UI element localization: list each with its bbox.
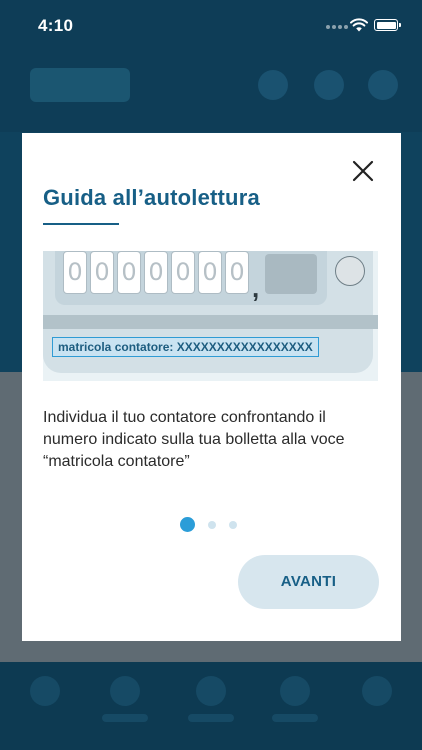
next-button[interactable]: AVANTI: [238, 555, 379, 609]
meter-rail: [43, 315, 378, 329]
meter-digit: 0: [63, 251, 87, 294]
page-dot-active[interactable]: [180, 517, 195, 532]
meter-digit: 0: [198, 251, 222, 294]
background-logo: [30, 68, 130, 102]
background-header-icon: [368, 70, 398, 100]
meter-decimal-separator: ,: [252, 273, 260, 303]
background-header-icon: [314, 70, 344, 100]
wifi-icon: [350, 18, 368, 32]
title-underline: [43, 223, 119, 225]
background-tab-label: [102, 714, 148, 722]
meter-knob: [335, 256, 365, 286]
page-indicator: [180, 517, 237, 532]
meter-digit: 0: [90, 251, 114, 294]
meter-illustration: 0 0 0 0 0 0 0 , matricola contatore: XXX…: [43, 251, 378, 381]
meter-digit: 0: [117, 251, 141, 294]
autolettura-guide-modal: Guida all’autolettura 0 0 0 0 0 0 0 , ma…: [22, 133, 401, 641]
background-tab-icon: [30, 676, 60, 706]
guide-description: Individua il tuo contatore confrontando …: [43, 409, 345, 470]
status-time: 4:10: [38, 16, 74, 35]
background-tab-icon: [280, 676, 310, 706]
page-dot[interactable]: [208, 520, 216, 529]
background-tab-icon: [196, 676, 226, 706]
background-tab-label: [272, 714, 318, 722]
status-bar: 4:10: [0, 0, 422, 50]
background-tab-label: [188, 714, 234, 722]
modal-title: Guida all’autolettura: [43, 185, 260, 210]
meter-digit: 0: [225, 251, 249, 294]
page-dot[interactable]: [229, 520, 237, 529]
meter-serial-label: matricola contatore: XXXXXXXXXXXXXXXXX: [52, 337, 319, 357]
close-icon[interactable]: [349, 157, 377, 185]
meter-digit: 0: [144, 251, 168, 294]
meter-decimal-box: [265, 254, 317, 294]
background-tab-icon: [362, 676, 392, 706]
battery-icon: [374, 19, 401, 31]
background-tab-icon: [110, 676, 140, 706]
cellular-dots-icon: [326, 25, 348, 29]
background-header-icon: [258, 70, 288, 100]
meter-digit: 0: [171, 251, 195, 294]
meter-digits: 0 0 0 0 0 0 0: [63, 251, 249, 294]
